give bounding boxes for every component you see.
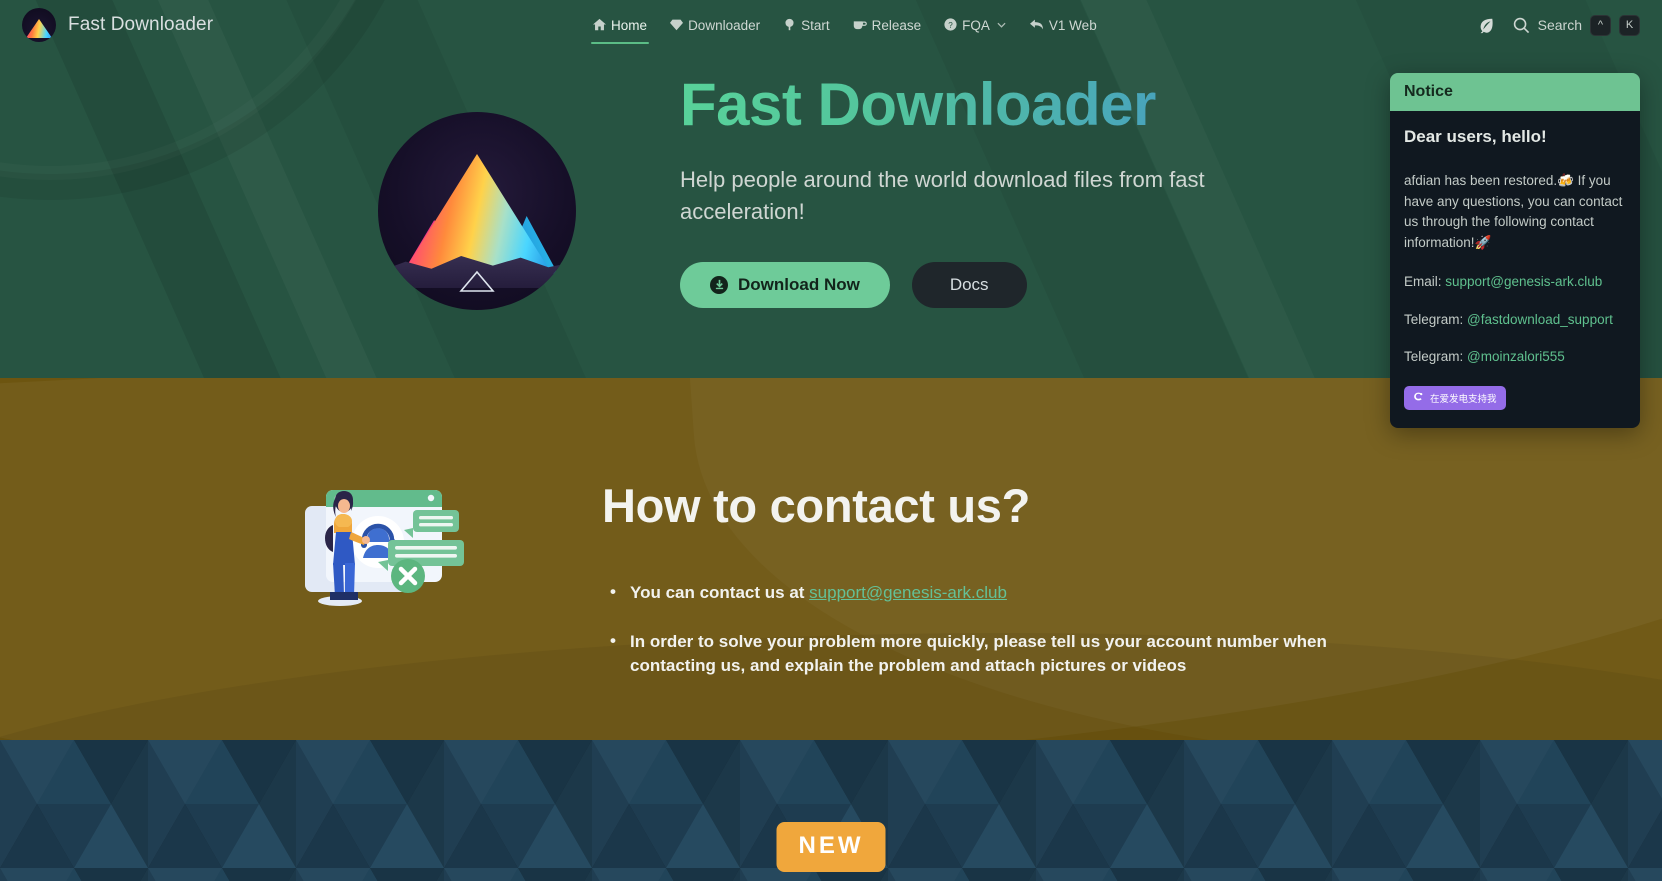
notice-telegram-row-1: Telegram: @fastdownload_support <box>1404 309 1626 331</box>
notice-heading: Dear users, hello! <box>1404 127 1547 146</box>
page-root: Fast Downloader Home Downloader Start Re… <box>0 0 1662 881</box>
notice-telegram-2-link[interactable]: @moinzalori555 <box>1467 349 1565 364</box>
customer-support-illustration <box>300 470 490 610</box>
nav-item-start-label: Start <box>801 17 830 33</box>
notice-telegram-row-2: Telegram: @moinzalori555 <box>1404 346 1626 368</box>
leaf-icon[interactable] <box>1477 16 1495 34</box>
nav-item-start[interactable]: Start <box>775 14 838 37</box>
search-label: Search <box>1537 17 1582 33</box>
nav-item-v1-web[interactable]: V1 Web <box>1021 14 1105 37</box>
download-now-button[interactable]: Download Now <box>680 261 890 308</box>
afdian-support-label: 在爱发电支持我 <box>1430 393 1497 405</box>
home-icon <box>593 18 607 33</box>
gradient-mountain-icon <box>378 112 576 310</box>
nav-item-downloader-label: Downloader <box>688 17 761 33</box>
contact-bullet-list: You can contact us at support@genesis-ar… <box>602 580 1502 679</box>
hero-text-block: Fast Downloader Help people around the w… <box>680 70 1380 308</box>
notice-panel: Notice Dear users, hello! afdian has bee… <box>1390 73 1640 428</box>
page-title: Fast Downloader <box>680 70 1380 139</box>
nav-links: Home Downloader Start Release ? FQA V1 W… <box>585 14 1105 44</box>
new-badge: NEW <box>776 822 886 872</box>
bullet-1-text: You can contact us at <box>630 583 810 602</box>
shortcut-key-k[interactable]: K <box>1618 14 1640 36</box>
support-email-link[interactable]: support@genesis-ark.club <box>809 583 1007 602</box>
notice-header: Notice <box>1390 73 1640 111</box>
list-item: You can contact us at support@genesis-ar… <box>602 580 1342 606</box>
nav-item-v1-web-label: V1 Web <box>1048 17 1097 33</box>
hero-subtitle: Help people around the world download fi… <box>680 167 1205 224</box>
reply-arrow-icon <box>1029 18 1044 33</box>
notice-telegram-2-label: Telegram: <box>1404 349 1468 365</box>
nav-item-home[interactable]: Home <box>585 14 655 44</box>
notice-email-row: Email: support@genesis-ark.club <box>1404 271 1626 293</box>
brand[interactable]: Fast Downloader <box>0 8 213 42</box>
nav-item-fqa-label: FQA <box>962 17 990 33</box>
nav-item-release[interactable]: Release <box>845 14 930 37</box>
chevron-down-icon <box>997 20 1006 30</box>
nav-item-home-label: Home <box>611 17 648 33</box>
triangle-mark-icon <box>459 270 495 292</box>
notice-email-label: Email: <box>1404 274 1446 290</box>
contact-block: How to contact us? You can contact us at… <box>602 478 1502 703</box>
notice-email-link[interactable]: support@genesis-ark.club <box>1445 274 1602 289</box>
download-now-label: Download Now <box>738 274 860 294</box>
nav-item-downloader[interactable]: Downloader <box>662 14 768 37</box>
nav-right-actions: Search ^ K <box>1477 14 1662 36</box>
notice-paragraph: afdian has been restored.🍻 If you have a… <box>1404 173 1623 250</box>
contact-heading: How to contact us? <box>602 479 1031 532</box>
pin-icon <box>783 18 796 33</box>
afdian-support-button[interactable]: 在爱发电支持我 <box>1404 385 1506 410</box>
notice-telegram-1-label: Telegram: <box>1404 311 1468 327</box>
search-icon <box>1513 17 1530 34</box>
notice-telegram-1-link[interactable]: @fastdownload_support <box>1467 312 1613 327</box>
docs-label: Docs <box>949 274 989 294</box>
shortcut-key-ctrl[interactable]: ^ <box>1589 14 1611 36</box>
bullet-2-text: In order to solve your problem more quic… <box>630 631 1327 676</box>
mountain-logo-icon <box>22 8 56 42</box>
docs-button[interactable]: Docs <box>911 261 1027 308</box>
afdian-logo-icon <box>1413 392 1424 404</box>
brand-name: Fast Downloader <box>68 14 214 35</box>
search-button[interactable]: Search ^ K <box>1513 14 1640 36</box>
list-item: In order to solve your problem more quic… <box>602 629 1342 679</box>
svg-text:?: ? <box>948 20 953 29</box>
hero-actions: Download Now Docs <box>680 261 1380 308</box>
nav-item-release-label: Release <box>871 17 922 33</box>
coffee-icon <box>853 18 867 33</box>
top-navigation-bar: Fast Downloader Home Downloader Start Re… <box>0 0 1662 50</box>
question-circle-icon: ? <box>944 17 957 33</box>
gem-icon <box>670 18 684 33</box>
download-circle-icon <box>710 275 728 294</box>
notice-body: Dear users, hello! afdian has been resto… <box>1390 111 1640 428</box>
nav-item-fqa[interactable]: ? FQA <box>936 14 1014 37</box>
